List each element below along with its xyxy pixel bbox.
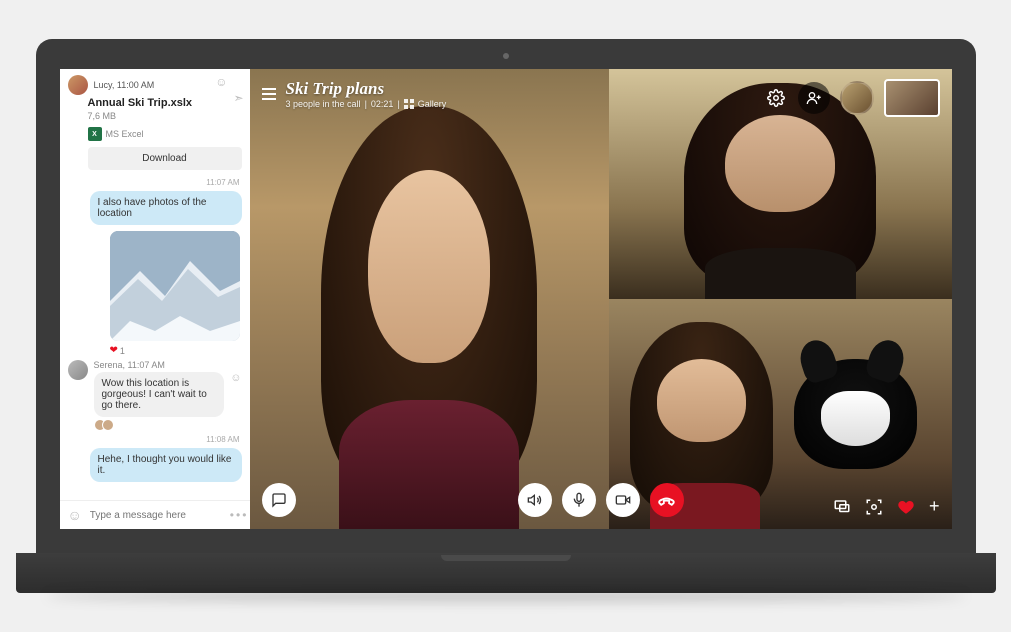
message-input[interactable] (90, 510, 222, 521)
message-composer: ☺ ••• (60, 500, 250, 529)
forward-icon[interactable]: ➣ (233, 91, 243, 105)
message-row: Serena, 11:07 AM Wow this location is go… (60, 358, 250, 433)
excel-icon: X (88, 127, 102, 141)
outgoing-message[interactable]: Hehe, I thought you would like it. (90, 448, 242, 482)
file-type-row: X MS Excel (88, 127, 242, 141)
chat-panel: Lucy, 11:00 AM ☺ ➣ Annual Ski Trip.xslx … (60, 69, 250, 529)
sender-time-text: 11:00 AM (117, 80, 154, 90)
sender-name-text: Serena (94, 360, 123, 370)
side-video-column (609, 69, 951, 529)
message-header: Lucy, 11:00 AM ☺ ➣ (60, 69, 250, 97)
download-button[interactable]: Download (88, 147, 242, 170)
laptop-frame: Lucy, 11:00 AM ☺ ➣ Annual Ski Trip.xslx … (36, 39, 976, 593)
call-layout: Gallery (418, 99, 447, 109)
reactor-avatars[interactable] (94, 419, 242, 431)
microphone-button[interactable] (562, 483, 596, 517)
file-type: MS Excel (106, 129, 144, 139)
emoji-picker-icon[interactable]: ☺ (68, 507, 82, 523)
participant-thumbnail[interactable] (840, 81, 874, 115)
laptop-base (16, 553, 996, 593)
file-name: Annual Ski Trip.xslx (88, 97, 242, 109)
camera-button[interactable] (606, 483, 640, 517)
avatar[interactable] (68, 360, 88, 380)
avatar[interactable] (68, 75, 88, 95)
add-participant-icon[interactable] (798, 82, 830, 114)
sender-name: Lucy, 11:00 AM (94, 80, 155, 90)
bottom-right-controls: + (833, 496, 940, 517)
file-attachment[interactable]: Annual Ski Trip.xslx 7,6 MB X MS Excel D… (88, 97, 242, 170)
settings-icon[interactable] (764, 86, 788, 110)
incoming-message[interactable]: Wow this location is gorgeous! I can't w… (94, 372, 224, 417)
bottom-center-controls (518, 483, 684, 517)
snapshot-icon[interactable] (865, 498, 883, 516)
reaction-row[interactable]: ❤ 1 (60, 345, 250, 358)
share-screen-icon[interactable] (833, 498, 851, 516)
more-icon[interactable]: ••• (230, 508, 249, 522)
open-chat-button[interactable] (262, 483, 296, 517)
grid-icon (404, 99, 414, 109)
bottom-left-controls (262, 483, 296, 517)
sender-name: Serena, 11:07 AM (94, 360, 242, 370)
sender-name-text: Lucy (94, 80, 112, 90)
camera-dot-icon (503, 53, 509, 59)
end-call-button[interactable] (650, 483, 684, 517)
reaction-count: 1 (120, 346, 125, 356)
outgoing-message[interactable]: I also have photos of the location (90, 191, 242, 225)
file-size: 7,6 MB (88, 111, 242, 121)
sender-time-text: 11:07 AM (128, 360, 165, 370)
heart-icon: ❤ (110, 345, 118, 356)
menu-icon[interactable] (262, 88, 276, 100)
app-screen: Lucy, 11:00 AM ☺ ➣ Annual Ski Trip.xslx … (60, 69, 952, 529)
video-call-area: Ski Trip plans 3 people in the call | 02… (250, 69, 952, 529)
photo-attachment[interactable] (110, 231, 240, 341)
call-top-controls (764, 79, 940, 117)
call-people: 3 people in the call (286, 99, 361, 109)
laptop-bezel: Lucy, 11:00 AM ☺ ➣ Annual Ski Trip.xslx … (36, 39, 976, 553)
call-duration: 02:21 (371, 99, 394, 109)
main-video-tile[interactable] (250, 69, 610, 529)
timestamp: 11:07 AM (60, 176, 250, 189)
timestamp: 11:08 AM (60, 433, 250, 446)
speaker-button[interactable] (518, 483, 552, 517)
reaction-heart-icon[interactable] (897, 498, 915, 516)
react-icon[interactable]: ☺ (215, 75, 227, 89)
add-icon[interactable]: + (929, 496, 940, 517)
react-icon[interactable]: ☺ (230, 372, 241, 384)
self-view[interactable] (884, 79, 940, 117)
